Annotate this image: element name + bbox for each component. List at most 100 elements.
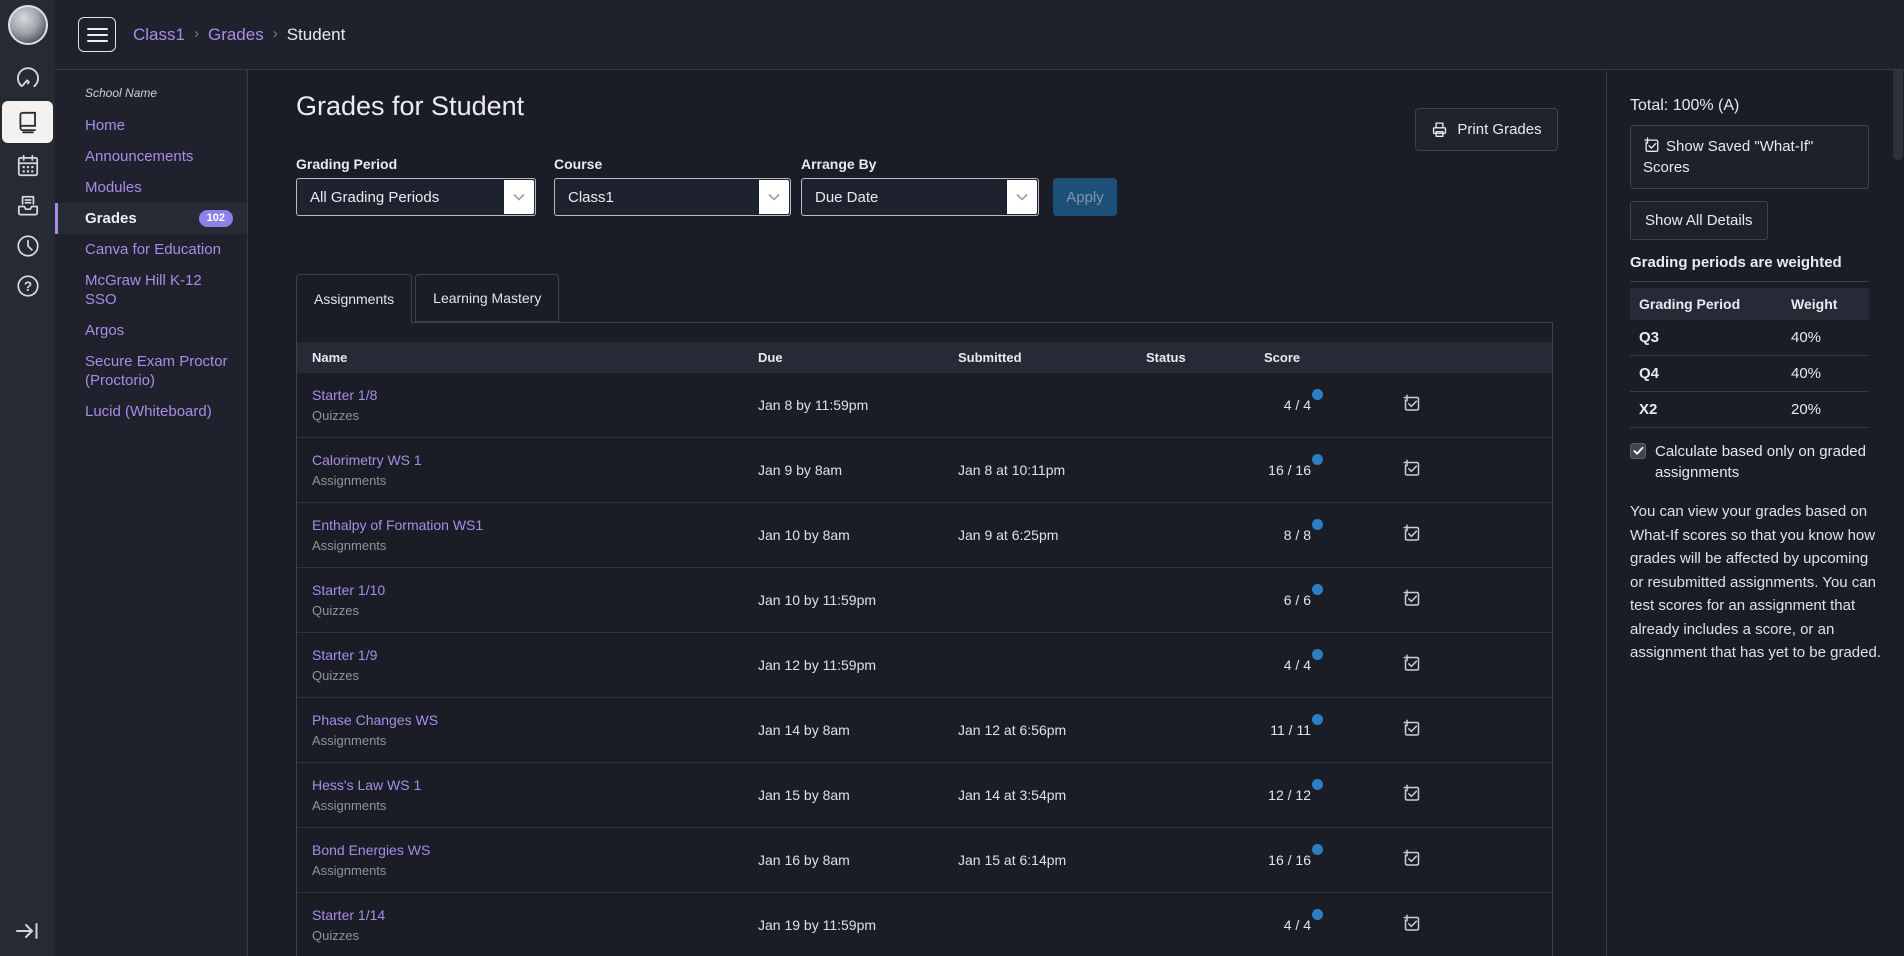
course-nav-item-label: Modules — [85, 178, 142, 197]
assignment-type-label: Assignments — [312, 863, 758, 878]
canvas-grades-page: ? Class1 › Grades › Student School Name — [0, 0, 1904, 956]
new-grade-dot — [1312, 909, 1323, 920]
assignment-row: Enthalpy of Formation WS1 Assignments Ja… — [297, 503, 1552, 568]
what-if-score-button[interactable] — [1400, 782, 1423, 808]
score-cell: 4 / 4 — [1261, 397, 1400, 413]
check-plus-icon — [1402, 784, 1421, 803]
assignment-link[interactable]: Calorimetry WS 1 — [312, 452, 422, 468]
tab[interactable]: Assignments — [296, 274, 412, 323]
due-date-cell: Jan 8 by 11:59pm — [758, 397, 958, 413]
tab[interactable]: Learning Mastery — [415, 274, 559, 322]
courses-nav-active[interactable] — [2, 101, 53, 143]
course-nav-item[interactable]: Secure Exam Proctor (Proctorio) — [55, 346, 247, 396]
what-if-score-button[interactable] — [1400, 457, 1423, 483]
what-if-description: You can view your grades based on What-I… — [1630, 500, 1882, 665]
breadcrumb-course-link[interactable]: Class1 — [133, 25, 185, 45]
course-nav-item[interactable]: Grades 102 — [55, 203, 247, 234]
score-cell: 6 / 6 — [1261, 592, 1400, 608]
due-date-cell: Jan 14 by 8am — [758, 722, 958, 738]
help-icon[interactable]: ? — [0, 266, 55, 306]
score-value: 11 / 11 — [1261, 722, 1311, 738]
score-cell: 4 / 4 — [1261, 917, 1400, 933]
check-plus-icon — [1402, 914, 1421, 933]
course-nav-item[interactable]: McGraw Hill K-12 SSO — [55, 265, 247, 315]
weight-row: Q4 40% — [1630, 356, 1869, 392]
top-header: Class1 › Grades › Student — [55, 0, 1904, 70]
assignment-link[interactable]: Starter 1/10 — [312, 582, 385, 598]
course-nav-item[interactable]: Announcements — [55, 141, 247, 172]
assignment-type-label: Assignments — [312, 733, 758, 748]
check-plus-icon — [1402, 849, 1421, 868]
user-avatar[interactable] — [0, 5, 55, 45]
avatar-image — [8, 5, 48, 45]
course-nav-item[interactable]: Canva for Education — [55, 234, 247, 265]
show-all-details-button[interactable]: Show All Details — [1630, 201, 1768, 240]
grading-period-name: Q3 — [1630, 329, 1791, 346]
chevron-down-icon — [759, 180, 789, 214]
chevron-right-icon: › — [194, 25, 199, 42]
page-title: Grades for Student — [296, 91, 524, 122]
dashboard-icon[interactable] — [0, 58, 55, 98]
assignment-link[interactable]: Starter 1/9 — [312, 647, 377, 663]
assignments-table-body: Starter 1/8 Quizzes Jan 8 by 11:59pm 4 /… — [297, 373, 1552, 956]
what-if-score-button[interactable] — [1400, 522, 1423, 548]
course-nav-item-label: Announcements — [85, 147, 193, 166]
assignment-link[interactable]: Enthalpy of Formation WS1 — [312, 517, 483, 533]
show-what-if-button[interactable]: Show Saved "What-If" Scores — [1630, 125, 1869, 189]
graded-only-checkbox[interactable] — [1630, 443, 1646, 459]
submitted-date-cell: Jan 15 at 6:14pm — [958, 852, 1146, 868]
course-nav-item-label: Secure Exam Proctor (Proctorio) — [85, 352, 233, 390]
assignment-row: Starter 1/14 Quizzes Jan 19 by 11:59pm 4… — [297, 893, 1552, 956]
assignments-table: Name Due Submitted Status Score Starter … — [296, 322, 1553, 956]
history-icon[interactable] — [0, 226, 55, 266]
assignment-type-label: Quizzes — [312, 408, 758, 423]
what-if-score-button[interactable] — [1400, 847, 1423, 873]
main-content: Grades for Student Print Grades Grading … — [249, 71, 1606, 956]
assignment-link[interactable]: Starter 1/14 — [312, 907, 385, 923]
arrange-by-select[interactable]: Due Date — [801, 178, 1039, 216]
check-plus-icon — [1643, 137, 1660, 154]
score-cell: 16 / 16 — [1261, 852, 1400, 868]
total-grade: Total: 100% (A) — [1630, 97, 1904, 115]
course-select[interactable]: Class1 — [554, 178, 791, 216]
global-nav: ? — [0, 0, 55, 956]
chevron-down-icon — [1007, 180, 1037, 214]
score-value: 4 / 4 — [1261, 917, 1311, 933]
course-nav-item[interactable]: Lucid (Whiteboard) — [55, 396, 247, 427]
inbox-icon[interactable] — [0, 186, 55, 226]
what-if-score-button[interactable] — [1400, 392, 1423, 418]
assignment-type-label: Assignments — [312, 538, 758, 553]
course-nav-item-label: McGraw Hill K-12 SSO — [85, 271, 233, 309]
graded-only-label: Calculate based only on graded assignmen… — [1655, 441, 1880, 483]
apply-button[interactable]: Apply — [1053, 178, 1117, 216]
course-nav-item[interactable]: Modules — [55, 172, 247, 203]
breadcrumb-grades-link[interactable]: Grades — [208, 25, 264, 45]
check-plus-icon — [1402, 719, 1421, 738]
unread-count-badge: 102 — [199, 210, 233, 227]
weights-table-header: Grading Period Weight — [1630, 288, 1869, 320]
assignment-type-label: Assignments — [312, 473, 758, 488]
new-grade-dot — [1312, 519, 1323, 530]
assignment-link[interactable]: Hess's Law WS 1 — [312, 777, 421, 793]
grading-period-name: X2 — [1630, 401, 1791, 418]
what-if-score-button[interactable] — [1400, 717, 1423, 743]
tab-bar: Assignments Learning Mastery — [296, 274, 1553, 322]
course-nav-list: Home Announcements Modules Grades 102 — [55, 110, 247, 427]
collapse-nav-icon[interactable] — [13, 920, 41, 947]
what-if-score-button[interactable] — [1400, 652, 1423, 678]
assignment-link[interactable]: Starter 1/8 — [312, 387, 377, 403]
assignment-link[interactable]: Phase Changes WS — [312, 712, 438, 728]
course-nav-item[interactable]: Argos — [55, 315, 247, 346]
course-nav-item[interactable]: Home — [55, 110, 247, 141]
calendar-icon[interactable] — [0, 146, 55, 186]
print-grades-button[interactable]: Print Grades — [1415, 108, 1558, 151]
check-plus-icon — [1402, 394, 1421, 413]
hamburger-menu-button[interactable] — [78, 17, 116, 52]
what-if-score-button[interactable] — [1400, 912, 1423, 938]
new-grade-dot — [1312, 649, 1323, 660]
what-if-score-button[interactable] — [1400, 587, 1423, 613]
scrollbar-thumb[interactable] — [1893, 66, 1903, 160]
grading-period-select[interactable]: All Grading Periods — [296, 178, 536, 216]
weight-row: X2 20% — [1630, 392, 1869, 428]
assignment-link[interactable]: Bond Energies WS — [312, 842, 430, 858]
